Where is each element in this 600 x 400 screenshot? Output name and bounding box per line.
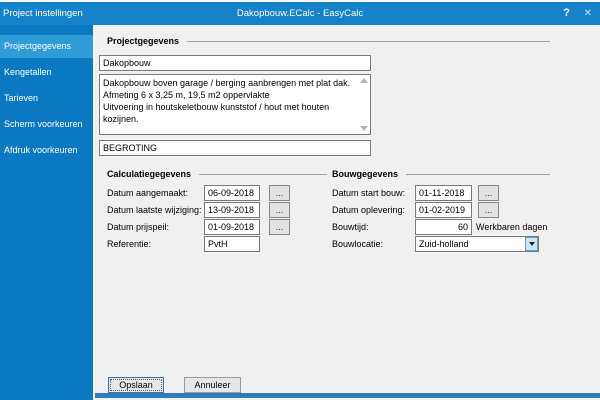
label-datum-laatste-wijziging: Datum laatste wijziging: [107,205,202,215]
datum-aangemaakt-input[interactable] [204,185,260,201]
group-title: Calculatiegegevens [107,169,192,179]
chevron-down-icon [528,242,535,246]
label-datum-start-bouw: Datum start bouw: [332,188,406,198]
sidebar-item-scherm-voorkeuren[interactable]: Scherm voorkeuren [0,113,93,136]
group-title: Bouwgegevens [332,169,399,179]
project-type-input[interactable] [99,140,371,156]
scroll-down-icon[interactable] [360,126,368,131]
help-icon[interactable]: ? [563,2,570,25]
group-divider [187,41,550,42]
close-icon[interactable]: ✕ [584,2,592,25]
dropdown-button[interactable] [525,237,538,251]
label-referentie: Referentie: [107,239,152,249]
label-bouwtijd: Bouwtijd: [332,222,369,232]
dialog-title: Project instellingen [3,8,83,19]
label-datum-prijspeil: Datum prijspeil: [107,222,170,232]
sidebar: Projectgegevens Kengetallen Tarieven Sch… [0,25,93,400]
save-button[interactable]: Opslaan [108,377,164,393]
label-datum-oplevering: Datum oplevering: [332,205,406,215]
datum-oplevering-picker-button[interactable]: ... [478,202,499,218]
datum-laatste-wijziging-picker-button[interactable]: ... [269,202,290,218]
datum-prijspeil-input[interactable] [204,219,260,235]
label-datum-aangemaakt: Datum aangemaakt: [107,188,189,198]
scroll-up-icon[interactable] [360,78,368,83]
app-title: Dakopbouw.ECalc - EasyCalc [236,8,364,19]
group-header-bouwgegevens: Bouwgegevens [332,169,550,179]
sidebar-item-afdruk-voorkeuren[interactable]: Afdruk voorkeuren [0,139,93,162]
label-bouwlocatie: Bouwlocatie: [332,239,384,249]
group-header-calculatiegegevens: Calculatiegegevens [107,169,327,179]
project-description-box: Dakopbouw boven garage / berging aanbren… [99,74,371,135]
project-description-textarea[interactable]: Dakopbouw boven garage / berging aanbren… [100,75,370,134]
datum-aangemaakt-picker-button[interactable]: ... [269,185,290,201]
bottom-accent-bar [95,393,600,398]
bouwtijd-unit-label: Werkbaren dagen [476,222,548,232]
cancel-button[interactable]: Annuleer [184,377,241,393]
sidebar-item-tarieven[interactable]: Tarieven [0,87,93,110]
datum-prijspeil-picker-button[interactable]: ... [269,219,290,235]
sidebar-item-projectgegevens[interactable]: Projectgegevens [0,35,93,58]
referentie-input[interactable] [204,236,260,252]
project-name-input[interactable] [99,55,371,71]
bouwtijd-input[interactable] [415,219,472,235]
content-panel: Projectgegevens Dakopbouw boven garage /… [93,25,600,400]
bouwlocatie-value: Zuid-holland [419,239,469,249]
group-divider [199,174,327,175]
group-header-projectgegevens: Projectgegevens [107,36,550,46]
group-divider [406,174,550,175]
datum-laatste-wijziging-input[interactable] [204,202,260,218]
datum-start-bouw-input[interactable] [415,185,472,201]
sidebar-item-kengetallen[interactable]: Kengetallen [0,61,93,84]
datum-oplevering-input[interactable] [415,202,472,218]
datum-start-bouw-picker-button[interactable]: ... [478,185,499,201]
titlebar: Project instellingen Dakopbouw.ECalc - E… [0,2,600,25]
bouwlocatie-dropdown[interactable]: Zuid-holland [415,236,539,252]
group-title: Projectgegevens [107,36,180,46]
